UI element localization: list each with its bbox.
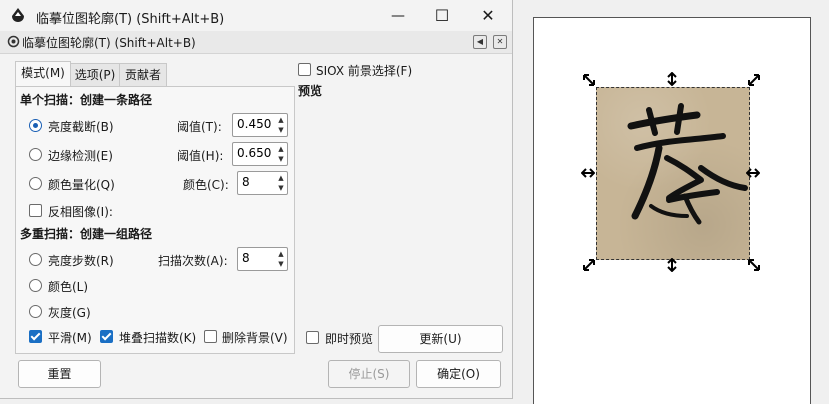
resize-handle-n-icon[interactable] [665, 72, 679, 86]
invert-image-checkbox[interactable] [29, 204, 42, 217]
single-scan-heading: 单个扫描：创建一条路径 [20, 93, 153, 107]
spin-down-icon[interactable]: ▼ [276, 183, 286, 193]
dock-close-icon[interactable]: ✕ [493, 35, 507, 49]
stack-scans-checkbox[interactable] [100, 330, 113, 343]
spin-down-icon[interactable]: ▼ [276, 154, 286, 164]
resize-handle-ne-icon[interactable] [747, 73, 761, 87]
close-icon: ✕ [481, 6, 495, 25]
multi-colors-radio[interactable] [29, 279, 42, 292]
color-quantization-label: 颜色量化(Q) [48, 178, 115, 192]
resize-handle-e-icon[interactable] [746, 166, 760, 180]
calligraphy-glyph [627, 103, 748, 225]
stop-button[interactable]: 停止(S) [328, 360, 410, 388]
reset-button[interactable]: 重置 [18, 360, 101, 388]
multi-scan-heading: 多重扫描：创建一组路径 [20, 227, 153, 241]
colors-c-input[interactable] [240, 174, 276, 190]
tab-mode[interactable]: 模式(M) [15, 61, 71, 86]
threshold-t-label: 阈值(T): [177, 120, 222, 134]
scans-input[interactable] [240, 250, 276, 266]
resize-handle-w-icon[interactable] [581, 166, 595, 180]
resize-handle-sw-icon[interactable] [582, 258, 596, 272]
grays-radio[interactable] [29, 305, 42, 318]
minimize-button[interactable]: — [375, 0, 421, 31]
resize-handle-se-icon[interactable] [747, 258, 761, 272]
maximize-icon: ☐ [434, 6, 450, 25]
brightness-steps-label: 亮度步数(R) [48, 254, 114, 268]
remove-background-label: 删除背景(V) [222, 331, 288, 345]
edge-detection-radio[interactable] [29, 148, 42, 161]
siox-label: SIOX 前景选择(F) [316, 64, 413, 78]
colors-c-label: 颜色(C): [183, 178, 229, 192]
minimize-icon: — [391, 7, 405, 24]
invert-image-label: 反相图像(I): [48, 205, 113, 219]
title-bar[interactable]: 临摹位图轮廓(T) (Shift+Alt+B) — ☐ ✕ [0, 0, 512, 31]
threshold-t-input[interactable] [235, 116, 275, 132]
threshold-h-spinbox[interactable]: ▲ ▼ [232, 142, 288, 166]
inkscape-app-icon [12, 8, 24, 22]
colors-c-spinbox[interactable]: ▲ ▼ [237, 171, 288, 195]
live-preview-checkbox[interactable] [306, 331, 319, 344]
threshold-t-spinbox[interactable]: ▲ ▼ [232, 113, 288, 137]
maximize-button[interactable]: ☐ [419, 0, 465, 31]
preview-heading: 预览 [298, 84, 323, 98]
brightness-steps-radio[interactable] [29, 253, 42, 266]
dock-iconify-icon[interactable]: ◀ [473, 35, 487, 49]
trace-icon [7, 35, 20, 48]
tab-options[interactable]: 选项(P) [70, 63, 120, 86]
color-quantization-radio[interactable] [29, 177, 42, 190]
threshold-h-label: 阈值(H): [177, 149, 224, 163]
tab-credits[interactable]: 贡献者 [119, 63, 167, 86]
trace-bitmap-window: 临摹位图轮廓(T) (Shift+Alt+B) — ☐ ✕ 临摹位图轮廓(T) … [0, 0, 513, 399]
threshold-h-input[interactable] [235, 145, 275, 161]
smooth-label: 平滑(M) [48, 331, 92, 345]
spin-up-icon[interactable]: ▲ [276, 249, 286, 259]
edge-detection-label: 边缘检测(E) [48, 149, 113, 163]
spin-down-icon[interactable]: ▼ [276, 125, 286, 135]
resize-handle-nw-icon[interactable] [582, 73, 596, 87]
update-button[interactable]: 更新(U) [378, 325, 503, 353]
siox-checkbox[interactable] [298, 63, 311, 76]
spin-up-icon[interactable]: ▲ [276, 173, 286, 183]
ok-button[interactable]: 确定(O) [416, 360, 501, 388]
brightness-cutoff-label: 亮度截断(B) [48, 120, 114, 134]
smooth-checkbox[interactable] [29, 330, 42, 343]
multi-colors-label: 颜色(L) [48, 280, 89, 294]
resize-handle-s-icon[interactable] [665, 258, 679, 272]
spin-down-icon[interactable]: ▼ [276, 259, 286, 269]
bitmap-image[interactable] [596, 87, 750, 260]
spin-up-icon[interactable]: ▲ [276, 144, 286, 154]
scans-spinbox[interactable]: ▲ ▼ [237, 247, 288, 271]
spin-up-icon[interactable]: ▲ [276, 115, 286, 125]
remove-background-checkbox[interactable] [204, 330, 217, 343]
brightness-cutoff-radio[interactable] [29, 119, 42, 132]
dock-title: 临摹位图轮廓(T) (Shift+Alt+B) [22, 36, 196, 50]
stack-scans-label: 堆叠扫描数(K) [119, 331, 197, 345]
live-preview-label: 即时预览 [325, 332, 374, 346]
close-button[interactable]: ✕ [465, 0, 511, 31]
scans-label: 扫描次数(A): [158, 254, 228, 268]
grays-label: 灰度(G) [48, 306, 91, 320]
dock-header: 临摹位图轮廓(T) (Shift+Alt+B) ◀ ✕ [0, 31, 512, 54]
window-title: 临摹位图轮廓(T) (Shift+Alt+B) [36, 12, 225, 27]
